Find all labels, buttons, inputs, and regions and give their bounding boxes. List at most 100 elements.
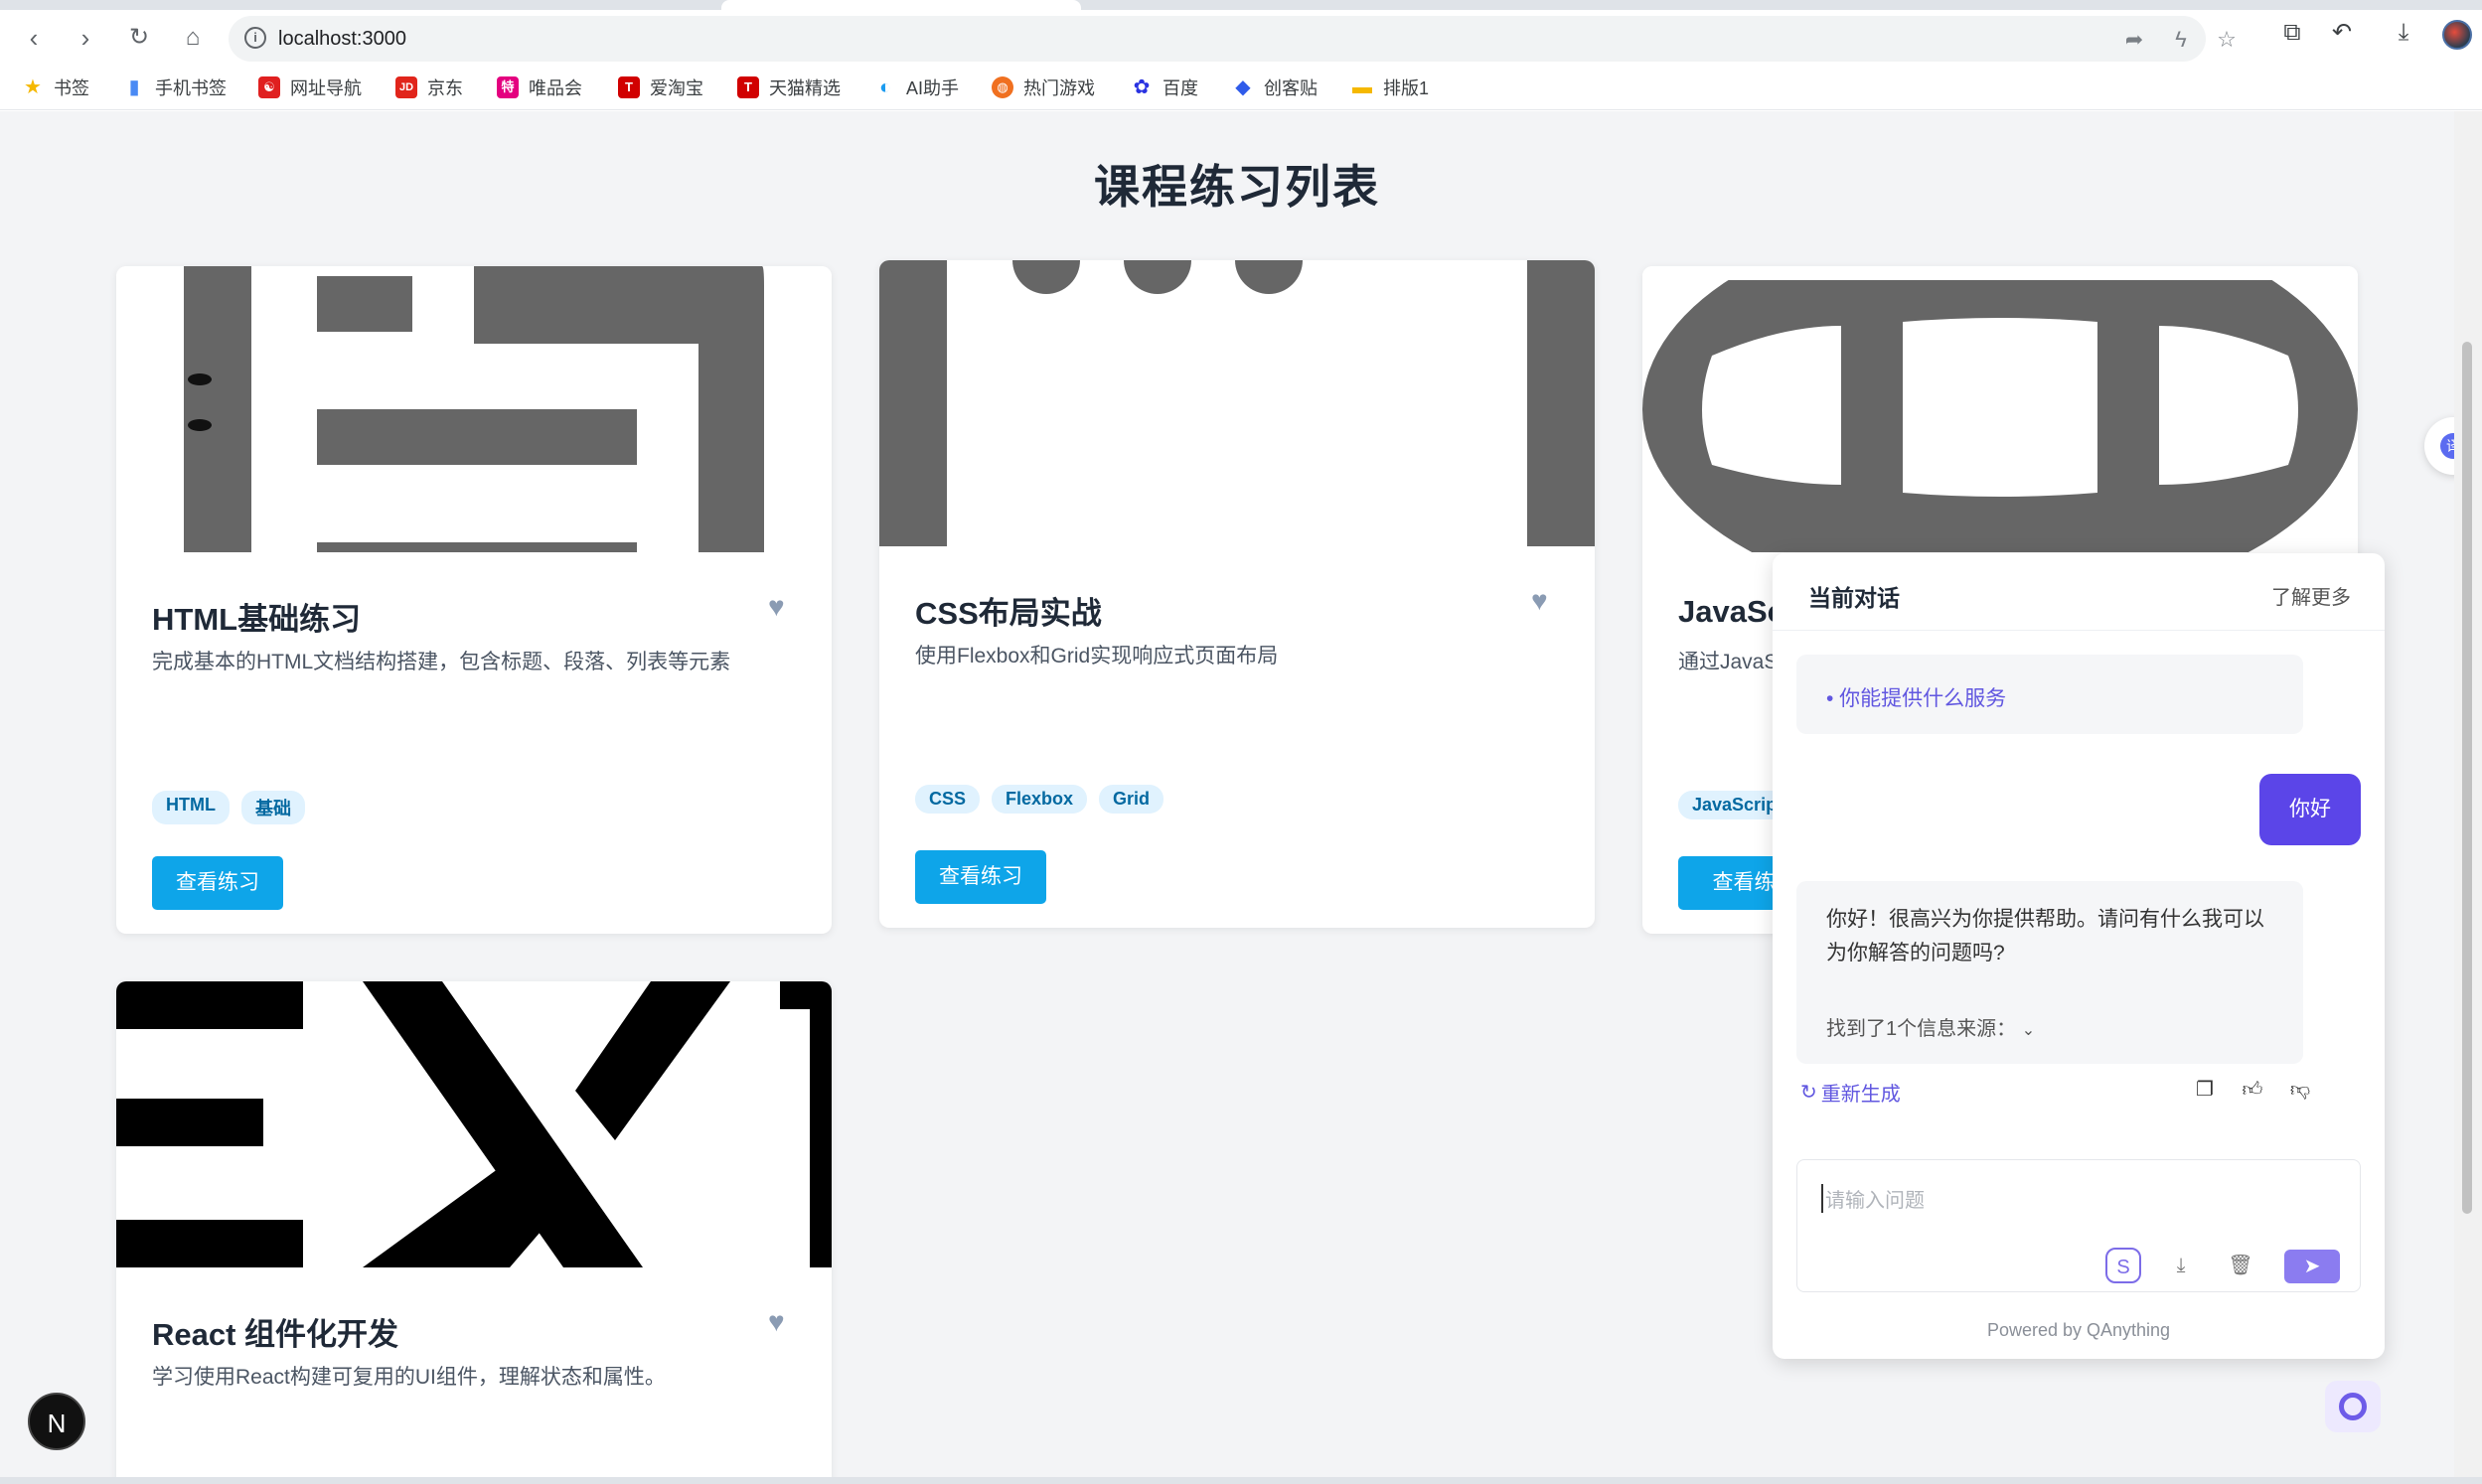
- course-card: CSS布局实战 ♥ 使用Flexbox和Grid实现响应式页面布局 CSS Fl…: [879, 260, 1595, 928]
- tag-list: CSS Flexbox Grid: [915, 785, 1164, 814]
- browser-toolbar: ‹ › ↻ ⌂ i localhost:3000 ➦ ϟ ☆ ⧉ ↶ ⤓: [0, 10, 2482, 65]
- bookmark-item[interactable]: ◐ AI助手: [874, 74, 959, 100]
- card-title: JavaSc: [1678, 594, 1784, 629]
- bookmark-tmall-icon: T: [737, 76, 759, 98]
- tab-strip: [0, 0, 2482, 10]
- thumbnail-image: [879, 260, 1595, 546]
- bookmark-ai-icon: ◐: [878, 76, 892, 98]
- bookmark-nav-icon: ☯: [258, 76, 280, 98]
- card-title: HTML基础练习: [152, 602, 362, 637]
- extensions-icon[interactable]: ⧉: [2277, 18, 2307, 48]
- bookmark-item[interactable]: ✿ 百度: [1131, 74, 1198, 100]
- bookmark-baidu-icon: ✿: [1133, 76, 1151, 98]
- bookmark-chuangkit-icon: ◆: [1235, 76, 1251, 98]
- page-title: 课程练习列表: [1094, 161, 1380, 213]
- next-dev-badge[interactable]: N: [28, 1393, 85, 1450]
- bolt-icon[interactable]: ϟ: [2168, 27, 2194, 53]
- download-icon[interactable]: ⤓: [2389, 18, 2418, 48]
- window-bottom-edge: [0, 1477, 2482, 1484]
- thumbnail-image: [116, 981, 832, 1267]
- powered-by: Powered by QAnything: [1986, 1320, 2171, 1340]
- heart-icon[interactable]: ♥: [768, 593, 796, 621]
- copy-icon[interactable]: ❐: [2192, 1077, 2218, 1103]
- bookmark-taobao-icon: T: [618, 76, 640, 98]
- heart-icon[interactable]: ♥: [1531, 587, 1559, 615]
- profile-avatar[interactable]: [2442, 20, 2472, 50]
- sources-toggle[interactable]: 找到了1个信息来源： ⌄: [1826, 1012, 2035, 1041]
- chat-logo-icon: [2339, 1393, 2367, 1420]
- refresh-icon: ↻: [1800, 1082, 1817, 1104]
- suggestion-item[interactable]: • 你能提供什么服务: [1826, 682, 2006, 712]
- url-text[interactable]: localhost:3000: [278, 28, 406, 51]
- bookmark-item[interactable]: 特唯品会: [497, 74, 582, 100]
- send-button[interactable]: ➤: [2284, 1250, 2340, 1283]
- qanything-launcher-button[interactable]: [2325, 1381, 2381, 1432]
- tag: CSS: [915, 785, 981, 814]
- bookmark-item[interactable]: ★ 书签: [22, 74, 89, 100]
- tag: HTML: [152, 791, 230, 824]
- chat-panel: 当前对话 了解更多 • 你能提供什么服务 你好 你好！很高兴为你提供帮助。请问有…: [1773, 553, 2385, 1359]
- bookmark-item[interactable]: ▬ 排版1: [1351, 74, 1429, 100]
- download-icon[interactable]: ⤓: [2163, 1248, 2199, 1283]
- bookmark-mobile-icon: ▮: [128, 76, 140, 98]
- learn-more-link[interactable]: 了解更多: [2271, 581, 2351, 610]
- regenerate-button[interactable]: ↻ 重新生成: [1800, 1078, 1901, 1107]
- bookmark-item[interactable]: ▮ 手机书签: [123, 74, 227, 100]
- card-thumbnail: [116, 266, 832, 552]
- bookmark-item[interactable]: ◆ 创客贴: [1232, 74, 1318, 100]
- bookmark-jd-icon: JD: [395, 76, 417, 98]
- thumbs-up-icon[interactable]: 👍︎: [2240, 1077, 2265, 1103]
- home-icon[interactable]: ⌂: [175, 20, 211, 56]
- star-icon[interactable]: ☆: [2214, 27, 2240, 53]
- card-thumbnail: [879, 260, 1595, 546]
- tag: Grid: [1099, 785, 1164, 814]
- bookmark-item[interactable]: JD 京东: [395, 74, 463, 100]
- card-description: 通过JavaS: [1678, 651, 1779, 673]
- bookmark-item[interactable]: T 天猫精选: [737, 74, 841, 100]
- page-scrollbar[interactable]: [2454, 111, 2482, 1477]
- bookmark-vip-icon: 特: [497, 76, 519, 98]
- card-description: 完成基本的HTML文档结构搭建，包含标题、段落、列表等元素: [152, 651, 731, 673]
- bookmark-item[interactable]: ◍ 热门游戏: [992, 74, 1095, 100]
- send-icon: ➤: [2303, 1256, 2321, 1277]
- reload-icon[interactable]: ↻: [121, 20, 157, 56]
- bookmark-star-icon: ★: [24, 76, 42, 98]
- heart-icon[interactable]: ♥: [768, 1308, 796, 1336]
- bookmarks-bar: ★ 书签 ▮ 手机书签 ☯ 网址导航 JD 京东 特唯品会 T 爱淘宝 T 天猫精选 ◐ AI…: [0, 65, 2482, 110]
- thumbs-down-icon[interactable]: 👎︎: [2287, 1077, 2313, 1103]
- thumbnail-image: [1642, 266, 2358, 552]
- tag: Flexbox: [992, 785, 1088, 814]
- card-description: 使用Flexbox和Grid实现响应式页面布局: [915, 645, 1279, 668]
- view-exercise-button[interactable]: 查看练习: [915, 850, 1046, 904]
- course-card: HTML基础练习 ♥ 完成基本的HTML文档结构搭建，包含标题、段落、列表等元素…: [116, 266, 832, 934]
- bookmark-item[interactable]: ☯ 网址导航: [258, 74, 362, 100]
- card-thumbnail: [116, 981, 832, 1267]
- bot-message-text: 你好！很高兴为你提供帮助。请问有什么我可以为你解答的问题吗?: [1826, 908, 2264, 965]
- active-tab[interactable]: [721, 0, 1081, 10]
- chevron-down-icon: ⌄: [2021, 1022, 2036, 1039]
- course-card: React 组件化开发 ♥ 学习使用React构建可复用的UI组件，理解状态和属…: [116, 981, 832, 1477]
- bot-message: 你好！很高兴为你提供帮助。请问有什么我可以为你解答的问题吗? 找到了1个信息来源…: [1796, 881, 2303, 1064]
- chat-title: 当前对话: [1808, 585, 1900, 611]
- tag: 基础: [240, 791, 305, 824]
- share-icon[interactable]: ➦: [2121, 27, 2147, 53]
- address-bar[interactable]: i localhost:3000 ➦ ϟ ☆: [229, 16, 2237, 62]
- undo-icon[interactable]: ↶: [2327, 18, 2357, 48]
- input-placeholder: 请输入问题: [1821, 1184, 1925, 1213]
- bookmark-game-icon: ◍: [992, 76, 1013, 98]
- user-message: 你好: [2259, 774, 2361, 845]
- bookmark-item[interactable]: T 爱淘宝: [618, 74, 703, 100]
- back-icon[interactable]: ‹: [16, 20, 52, 56]
- suggestion-box: • 你能提供什么服务: [1796, 655, 2303, 734]
- trash-icon[interactable]: 🗑︎: [2223, 1248, 2258, 1283]
- card-title: React 组件化开发: [152, 1317, 399, 1352]
- question-input[interactable]: 请输入问题 S ⤓ 🗑︎ ➤: [1796, 1159, 2361, 1292]
- forward-icon[interactable]: ›: [68, 20, 103, 56]
- thumbnail-image: [184, 266, 764, 552]
- scrollbar-thumb[interactable]: [2462, 342, 2472, 1214]
- mode-switch-icon[interactable]: S: [2105, 1248, 2141, 1283]
- site-info-icon[interactable]: i: [244, 27, 266, 49]
- card-thumbnail: [1642, 266, 2358, 552]
- view-exercise-button[interactable]: 查看练习: [152, 856, 283, 910]
- folder-icon: ▬: [1352, 76, 1372, 98]
